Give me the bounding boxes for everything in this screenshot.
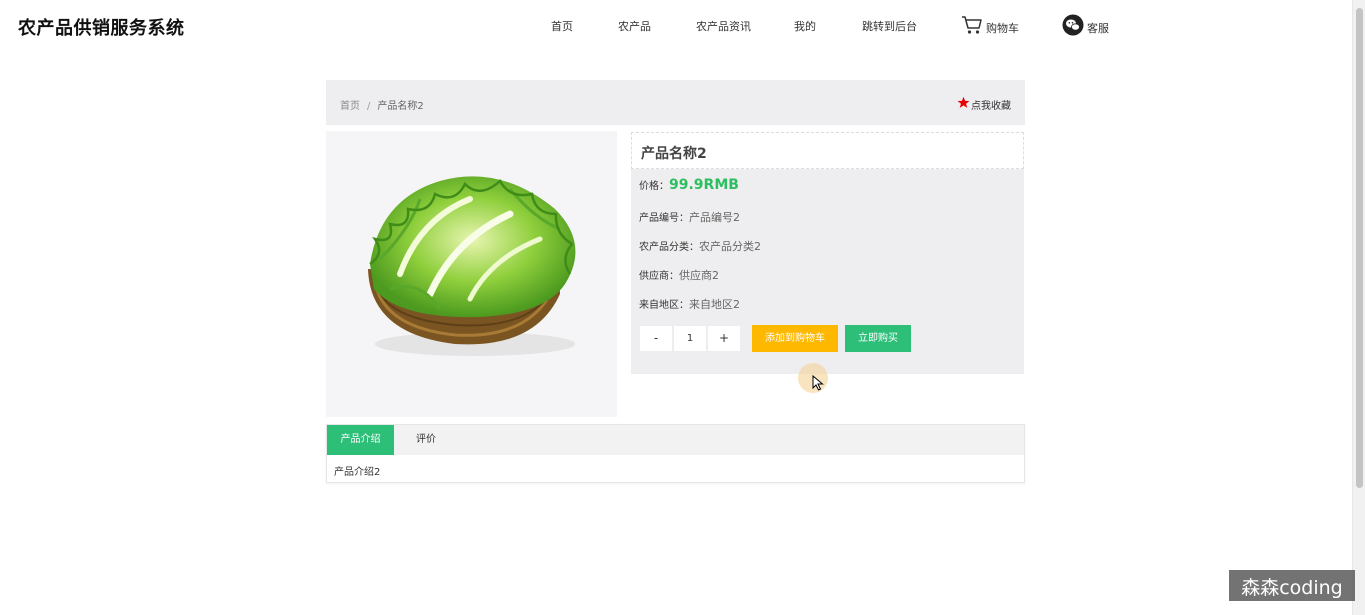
product-name: 产品名称2 <box>641 146 707 162</box>
breadcrumb-home[interactable]: 首页 <box>340 101 360 112</box>
breadcrumb-bar: 首页 / 产品名称2 点我收藏 <box>326 80 1025 125</box>
category-row: 农产品分类：农产品分类2 <box>639 238 761 254</box>
tab-header: 产品介绍 评价 <box>327 425 1024 455</box>
price-row: 价格：99.9RMB <box>639 177 739 193</box>
product-image <box>326 131 617 417</box>
quantity-minus-button[interactable]: - <box>639 325 673 352</box>
top-header: 农产品供销服务系统 首页 农产品 农产品资讯 我的 跳转到后台 购物车 客服 <box>0 0 1352 56</box>
breadcrumb-separator: / <box>367 101 371 112</box>
mouse-pointer-icon <box>812 374 824 395</box>
wechat-icon <box>1062 14 1084 36</box>
tab-content: 产品介绍2 <box>334 467 381 478</box>
product-name-box: 产品名称2 <box>631 132 1024 169</box>
site-title: 农产品供销服务系统 <box>18 18 185 39</box>
nav-admin[interactable]: 跳转到后台 <box>862 18 917 34</box>
code-row: 产品编号：产品编号2 <box>639 209 740 225</box>
breadcrumb-current: 产品名称2 <box>377 101 424 112</box>
add-to-cart-button[interactable]: 添加到购物车 <box>752 325 838 352</box>
cart-icon <box>961 15 983 35</box>
favorite-label: 点我收藏 <box>971 100 1011 112</box>
quantity-stepper: - 1 + <box>639 325 741 352</box>
breadcrumb: 首页 / 产品名称2 <box>340 97 424 112</box>
favorite-button[interactable]: 点我收藏 <box>957 96 1011 112</box>
supplier-label: 供应商： <box>639 271 679 282</box>
nav-mine[interactable]: 我的 <box>794 18 816 34</box>
page-scrollbar[interactable] <box>1352 0 1365 615</box>
nav-cart[interactable]: 购物车 <box>961 14 1019 36</box>
code-label: 产品编号： <box>639 213 689 224</box>
supplier-row: 供应商：供应商2 <box>639 267 719 283</box>
product-tabs: 产品介绍 评价 产品介绍2 <box>326 424 1025 483</box>
supplier-value: 供应商2 <box>679 269 719 282</box>
tab-reviews[interactable]: 评价 <box>394 425 458 455</box>
nav-news[interactable]: 农产品资讯 <box>696 18 751 34</box>
nav-products[interactable]: 农产品 <box>618 18 651 34</box>
origin-row: 来自地区：来自地区2 <box>639 296 740 312</box>
tab-introduction[interactable]: 产品介绍 <box>327 425 394 455</box>
watermark: 森森coding <box>1229 570 1355 601</box>
nav-cart-label: 购物车 <box>986 22 1019 35</box>
buy-now-button[interactable]: 立即购买 <box>845 325 911 352</box>
lettuce-basket-image <box>368 176 576 356</box>
star-icon <box>957 96 970 112</box>
nav-service-label: 客服 <box>1087 22 1109 35</box>
price-value: 99.9RMB <box>669 177 739 193</box>
code-value: 产品编号2 <box>689 211 740 224</box>
category-label: 农产品分类： <box>639 242 699 253</box>
nav-home[interactable]: 首页 <box>551 18 573 34</box>
quantity-input[interactable]: 1 <box>673 325 707 352</box>
category-value: 农产品分类2 <box>699 240 761 253</box>
price-label: 价格： <box>639 181 669 192</box>
product-info-panel: 产品名称2 价格：99.9RMB 产品编号：产品编号2 农产品分类：农产品分类2… <box>631 132 1024 374</box>
origin-value: 来自地区2 <box>689 298 740 311</box>
scrollbar-thumb[interactable] <box>1356 8 1363 488</box>
nav-service[interactable]: 客服 <box>1062 14 1109 36</box>
quantity-plus-button[interactable]: + <box>707 325 741 352</box>
origin-label: 来自地区： <box>639 300 689 311</box>
